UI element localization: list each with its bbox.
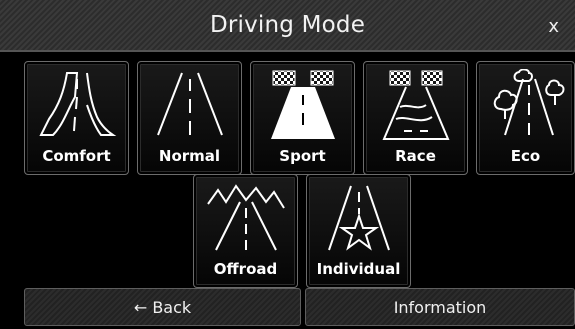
back-button[interactable]: ← Back <box>24 288 301 326</box>
mode-sport-button[interactable]: Sport <box>250 61 355 175</box>
mode-race-button[interactable]: Race <box>363 61 468 175</box>
mode-label: Sport <box>279 147 326 165</box>
mode-offroad-button[interactable]: Offroad <box>193 174 298 288</box>
road-mountains-icon <box>207 184 285 251</box>
back-button-label: ← Back <box>133 298 192 317</box>
road-trees-icon <box>493 69 565 136</box>
mode-label: Comfort <box>42 147 111 165</box>
information-button[interactable]: Information <box>305 288 575 326</box>
title-bar: Driving Mode x <box>0 0 575 52</box>
mode-individual-button[interactable]: Individual <box>306 174 411 288</box>
road-curves-icon <box>39 72 117 136</box>
mode-normal-button[interactable]: Normal <box>137 61 242 175</box>
mode-label: Normal <box>158 147 221 165</box>
mode-label: Race <box>395 147 436 165</box>
road-race-track-icon <box>382 70 450 140</box>
road-straight-icon <box>157 72 223 136</box>
mode-comfort-button[interactable]: Comfort <box>24 61 129 175</box>
mode-label: Offroad <box>213 260 278 278</box>
road-checkered-flags-icon <box>271 70 335 139</box>
information-button-label: Information <box>393 298 487 317</box>
mode-eco-button[interactable]: Eco <box>476 61 575 175</box>
mode-label: Eco <box>510 147 541 165</box>
mode-label: Individual <box>316 260 401 278</box>
close-button[interactable]: x <box>548 16 559 37</box>
window-title: Driving Mode <box>209 12 366 38</box>
road-star-icon <box>328 185 390 251</box>
